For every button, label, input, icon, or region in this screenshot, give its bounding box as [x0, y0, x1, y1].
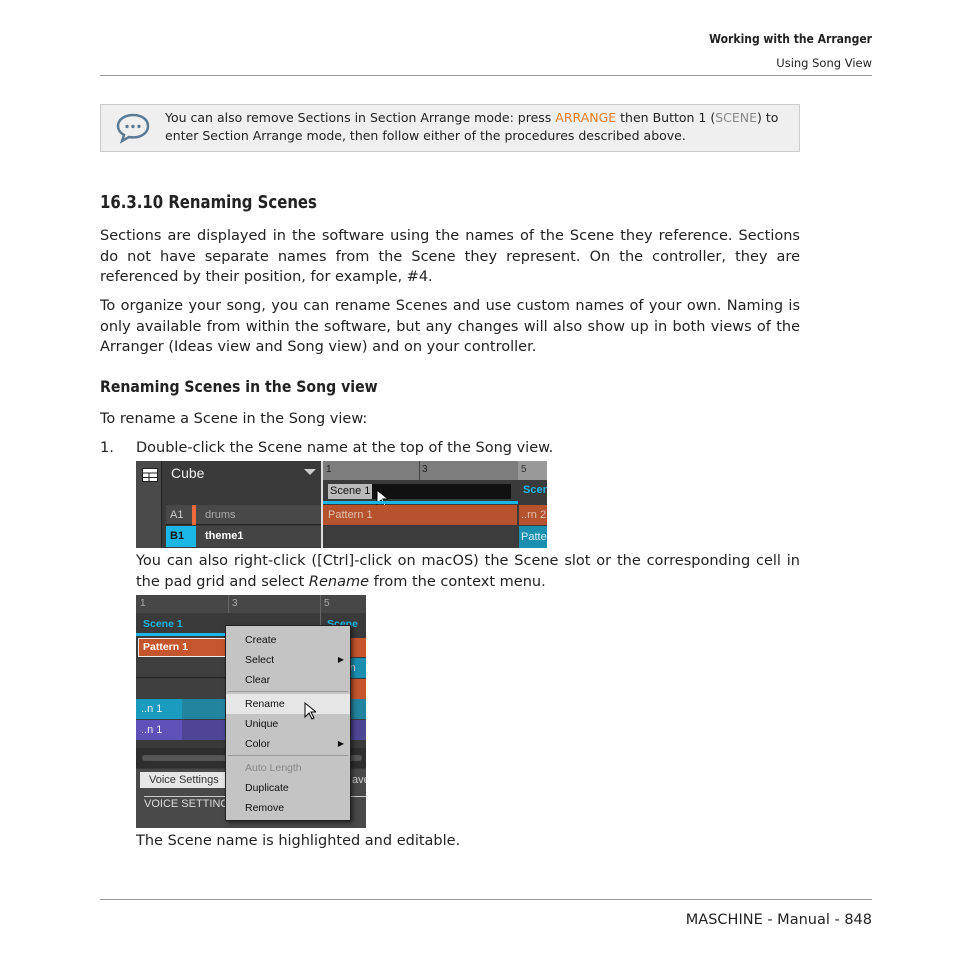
page-footer: MASCHINE - Manual - 848: [685, 912, 872, 928]
footer-divider: [100, 899, 872, 900]
scene-name-selected: Scene 1: [328, 484, 373, 499]
chapter-header: Working with the Arranger: [709, 32, 872, 46]
sound-name[interactable]: drums: [205, 505, 236, 525]
note-box: You can also remove Sections in Section …: [100, 104, 800, 152]
menu-item-rename[interactable]: Rename: [226, 694, 350, 714]
cursor-icon: [304, 702, 316, 720]
song-view-screenshot: Cube A1 drums B1 theme1 1 3 5 Scene 1 Sc…: [136, 461, 547, 548]
ruler-mark: 1: [140, 598, 146, 609]
pattern-cell[interactable]: Pattern 1: [323, 505, 517, 525]
menu-item-create[interactable]: Create: [226, 630, 350, 650]
menu-item-remove[interactable]: Remove: [226, 798, 350, 818]
section-title: 16.3.10 Renaming Scenes: [100, 192, 317, 213]
step-text: Double-click the Scene name at the top o…: [136, 440, 554, 456]
menu-item-unique[interactable]: Unique: [226, 714, 350, 734]
menu-item-duplicate[interactable]: Duplicate: [226, 778, 350, 798]
paragraph: Sections are displayed in the software u…: [100, 228, 800, 285]
result-text: The Scene name is highlighted and editab…: [136, 833, 461, 849]
section-header: Using Song View: [776, 56, 872, 70]
pattern-cell[interactable]: ..n 1: [136, 720, 182, 740]
ruler-mark: 1: [326, 464, 332, 475]
sound-name[interactable]: theme1: [205, 526, 244, 547]
pattern-cell[interactable]: ..rn 2: [519, 505, 547, 525]
scene-slot[interactable]: Scene 1: [143, 618, 183, 630]
grid-view-icon: [142, 468, 158, 482]
paragraph: To organize your song, you can rename Sc…: [100, 298, 800, 355]
header-divider: [100, 75, 872, 76]
submenu-arrow-icon: ▶: [337, 739, 344, 748]
sound-id: A1: [170, 509, 184, 521]
context-menu-screenshot: 1 3 5 Scene 1 Scene 2 Pattern 1 rn ..n 1…: [136, 595, 366, 828]
submenu-arrow-icon: ▶: [337, 655, 344, 664]
menu-item-color[interactable]: Color ▶: [226, 734, 350, 754]
ruler-mark: 3: [422, 464, 428, 475]
voice-settings-tab[interactable]: Voice Settings: [140, 772, 235, 788]
ruler-mark: 3: [232, 598, 238, 609]
ruler-mark: 5: [521, 464, 527, 475]
menu-item-select[interactable]: Select ▶: [226, 650, 350, 670]
menu-item-auto-length: Auto Length: [245, 762, 302, 774]
ruler-mark: 5: [324, 598, 330, 609]
sound-id: B1: [166, 526, 196, 547]
tab-label: ave: [352, 774, 366, 786]
note-text: You can also remove Sections in Section …: [165, 110, 779, 143]
menu-item-clear[interactable]: Clear: [226, 670, 350, 690]
pattern-cell[interactable]: Patte: [519, 526, 547, 548]
scene-slot[interactable]: Scen: [523, 484, 547, 496]
context-menu: Create Select ▶ Clear Rename Unique Color…: [225, 625, 351, 821]
dropdown-arrow-icon[interactable]: [304, 469, 316, 475]
paragraph: You can also right-click ([Ctrl]-click o…: [136, 553, 800, 590]
intro-text: To rename a Scene in the Song view:: [100, 411, 368, 427]
voice-settings-label: VOICE SETTING: [144, 798, 229, 810]
pattern-cell[interactable]: ..n 1: [136, 699, 182, 719]
speech-bubble-icon: [116, 113, 150, 144]
group-name[interactable]: Cube: [171, 465, 204, 481]
subsection-title: Renaming Scenes in the Song view: [100, 377, 378, 396]
